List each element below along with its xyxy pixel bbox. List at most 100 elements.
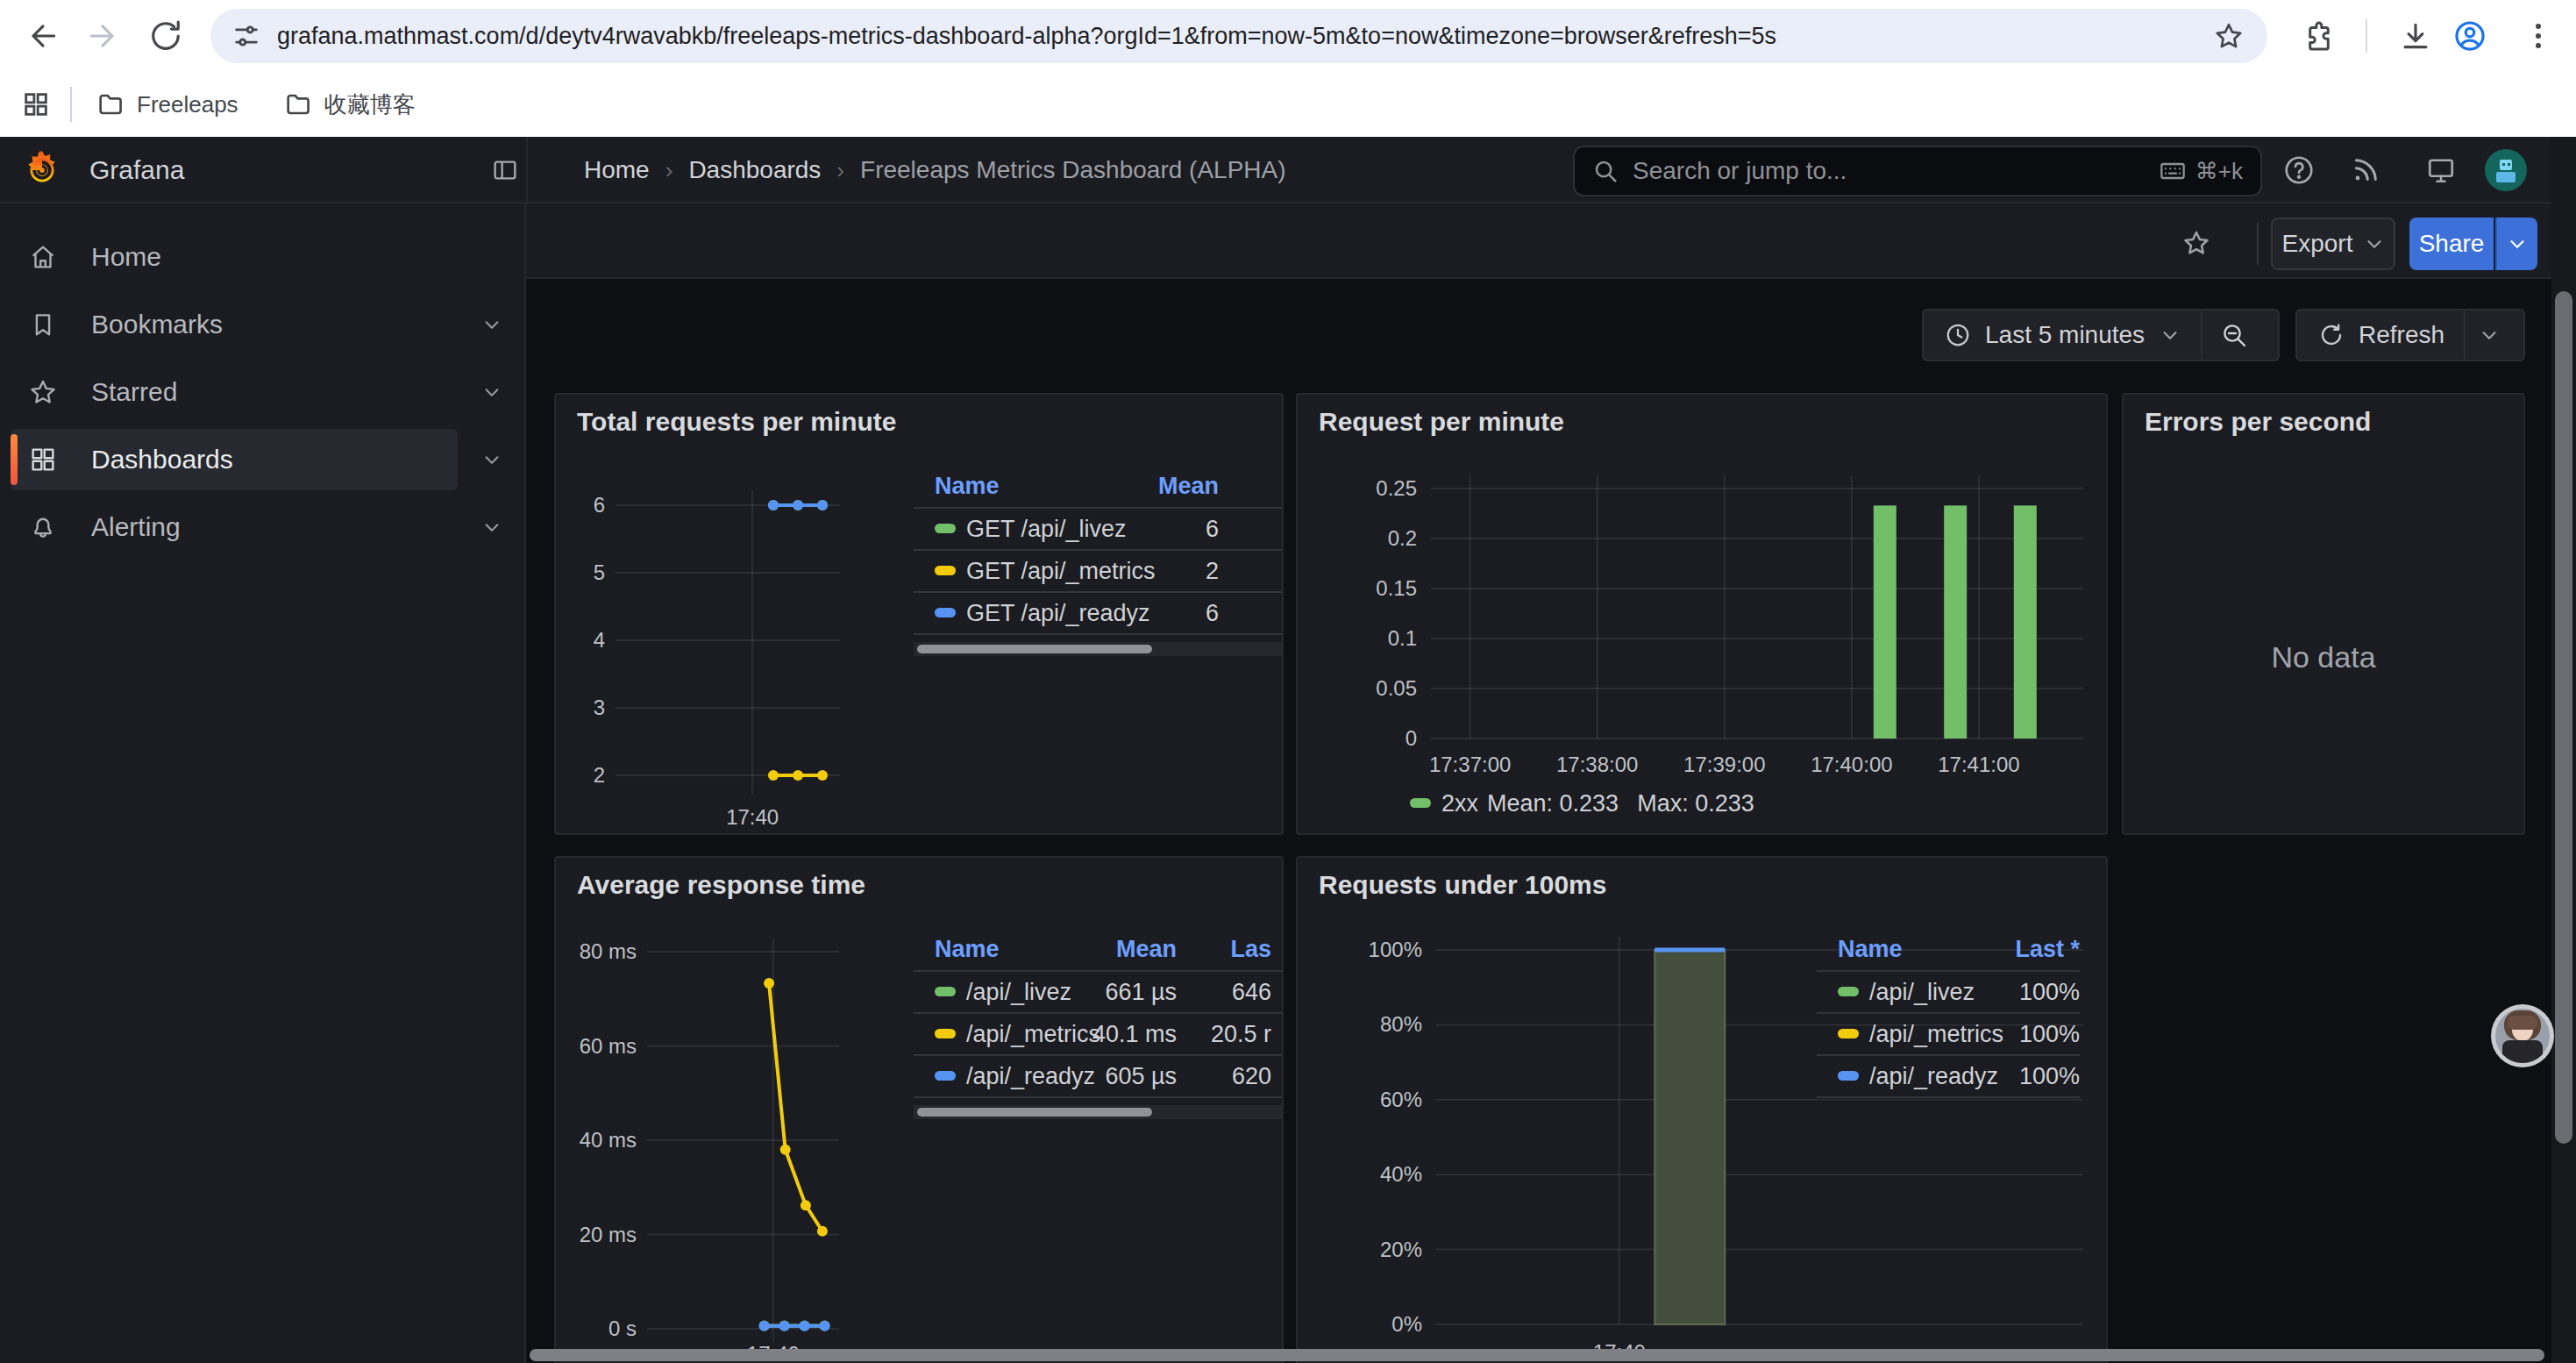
svg-text:GET /api/_readyz: GET /api/_readyz xyxy=(966,600,1150,626)
apps-icon[interactable] xyxy=(21,89,51,119)
sidebar-item-dashboards[interactable]: Dashboards xyxy=(0,427,526,492)
help-icon[interactable] xyxy=(2283,154,2315,186)
chart-request-per-minute: 0.250.20.150.10.05017:37:0017:38:0017:39… xyxy=(1298,395,2106,833)
share-dropdown-button[interactable] xyxy=(2495,218,2537,270)
menu-icon[interactable] xyxy=(2522,19,2555,53)
panel-toggle-icon[interactable] xyxy=(491,156,519,184)
svg-text:6: 6 xyxy=(1206,600,1219,626)
favorite-star-icon[interactable] xyxy=(2181,228,2211,258)
svg-text:100%: 100% xyxy=(2019,1063,2080,1089)
toolbar-separator xyxy=(2257,223,2259,265)
panel-title[interactable]: Average response time xyxy=(577,870,865,900)
active-item-background xyxy=(11,429,458,490)
svg-text:40 ms: 40 ms xyxy=(580,1128,637,1152)
chart-requests-under-100ms: 100%80%60%40%20%0%17:40NameLast */api/_l… xyxy=(1298,858,2106,1363)
svg-text:/api/_readyz: /api/_readyz xyxy=(1869,1063,1998,1089)
search-input[interactable] xyxy=(1633,157,2145,185)
legend-row[interactable]: /api/_readyz 100% xyxy=(1838,1063,2080,1089)
legend-row[interactable]: GET /api/_metrics2 xyxy=(935,558,1219,584)
svg-text:6: 6 xyxy=(594,493,605,517)
legend-row[interactable]: /api/_livez 100% xyxy=(1838,979,2080,1005)
chevron-down-icon xyxy=(482,517,502,537)
sidebar-item-starred[interactable]: Starred xyxy=(0,360,526,425)
download-icon[interactable] xyxy=(2399,19,2432,53)
monitor-icon[interactable] xyxy=(2425,154,2457,186)
breadcrumb-home[interactable]: Home xyxy=(584,156,650,184)
group-separator xyxy=(2201,310,2202,360)
bookmark-star-icon[interactable] xyxy=(2213,20,2245,52)
zoom-out-icon[interactable] xyxy=(2220,321,2248,349)
svg-text:0.05: 0.05 xyxy=(1376,676,1417,700)
legend-row[interactable]: /api/_livez661 µs646 xyxy=(935,979,1271,1005)
svg-text:0%: 0% xyxy=(1391,1312,1422,1336)
svg-text:/api/_readyz: /api/_readyz xyxy=(966,1063,1095,1089)
rss-icon[interactable] xyxy=(2350,154,2381,186)
sidebar-item-home[interactable]: Home xyxy=(0,225,526,289)
svg-text:0.1: 0.1 xyxy=(1388,626,1417,650)
svg-text:/api/_livez: /api/_livez xyxy=(1869,979,1975,1005)
url-bar[interactable] xyxy=(210,9,2267,63)
svg-text:Name: Name xyxy=(935,936,1000,962)
chevron-down-icon xyxy=(2160,325,2180,345)
svg-text:80%: 80% xyxy=(1380,1012,1422,1036)
legend-row[interactable]: /api/_metrics40.1 ms20.5 r xyxy=(935,1021,1271,1047)
panel-title[interactable]: Errors per second xyxy=(2145,407,2371,437)
forward-icon[interactable] xyxy=(86,19,119,53)
grafana-logo[interactable] xyxy=(23,149,61,191)
site-settings-icon[interactable] xyxy=(231,21,261,51)
legend-row[interactable]: GET /api/_readyz 6 xyxy=(935,600,1219,626)
toolbar-divider xyxy=(2366,19,2367,53)
vertical-scrollbar-thumb[interactable] xyxy=(2555,291,2572,1144)
back-icon[interactable] xyxy=(26,19,60,53)
sidebar-item-label: Alerting xyxy=(91,495,181,560)
chart-average-response-time: 80 ms60 ms40 ms20 ms0 s17:40NameMeanLas/… xyxy=(556,858,1282,1363)
chevron-down-icon[interactable] xyxy=(2480,325,2499,345)
legend-row[interactable]: GET /api/_livez6 xyxy=(935,516,1219,542)
svg-text:100%: 100% xyxy=(2019,979,2080,1005)
sidebar-item-label: Starred xyxy=(91,360,177,425)
panel-title[interactable]: Requests under 100ms xyxy=(1319,870,1606,900)
dashboard-toolbar xyxy=(526,203,2551,279)
url-input[interactable] xyxy=(277,23,2213,50)
legend-scrollbar[interactable] xyxy=(914,642,1282,656)
panel-requests-under-100ms: 100%80%60%40%20%0%17:40NameLast */api/_l… xyxy=(1296,856,2108,1363)
active-item-indicator xyxy=(11,434,18,485)
legend-table: NameLast */api/_livez100%/api/_metrics10… xyxy=(1817,936,2080,1097)
svg-text:0.2: 0.2 xyxy=(1388,526,1417,550)
horizontal-scrollbar-thumb[interactable] xyxy=(530,1349,2544,1361)
svg-text:0.15: 0.15 xyxy=(1376,576,1417,600)
export-button[interactable]: Export xyxy=(2271,218,2395,270)
reload-icon[interactable] xyxy=(149,19,182,53)
series-GET-api-metrics xyxy=(768,770,828,781)
legend-inline[interactable]: 2xxMean: 0.233Max: 0.233 xyxy=(1410,790,1754,817)
svg-text:3: 3 xyxy=(594,696,605,719)
bookmark-item[interactable]: 收藏博客 xyxy=(284,89,416,120)
search-box[interactable]: ⌘+k xyxy=(1573,146,2262,196)
series-color-pill xyxy=(935,1071,956,1081)
svg-text:/api/_metrics: /api/_metrics xyxy=(1869,1021,2003,1047)
user-avatar[interactable] xyxy=(2485,149,2527,191)
extensions-icon[interactable] xyxy=(2302,19,2336,53)
sidebar-item-bookmarks[interactable]: Bookmarks xyxy=(0,292,526,357)
legend-row[interactable]: /api/_metrics100% xyxy=(1838,1021,2080,1047)
panel-title[interactable]: Request per minute xyxy=(1319,407,1564,437)
vertical-scrollbar[interactable] xyxy=(2551,137,2576,1363)
profile-icon[interactable] xyxy=(2453,19,2487,53)
legend-scrollbar[interactable] xyxy=(914,1105,1282,1119)
breadcrumb-dashboards[interactable]: Dashboards xyxy=(688,156,821,184)
time-range-label[interactable]: Last 5 minutes xyxy=(1985,321,2145,349)
breadcrumb-separator: › xyxy=(665,157,673,184)
panel-title[interactable]: Total requests per minute xyxy=(577,407,897,437)
share-button[interactable]: Share xyxy=(2409,218,2494,270)
svg-text:GET /api/_metrics: GET /api/_metrics xyxy=(966,558,1156,584)
floating-avatar[interactable] xyxy=(2490,1003,2555,1068)
legend-row[interactable]: /api/_readyz605 µs620 xyxy=(935,1063,1271,1089)
bar xyxy=(1944,505,1967,739)
bookmark-item[interactable]: Freeleaps xyxy=(96,90,238,118)
refresh-label[interactable]: Refresh xyxy=(2359,321,2444,349)
sidebar-item-alerting[interactable]: Alerting xyxy=(0,495,526,560)
svg-text:Las: Las xyxy=(1230,936,1271,962)
svg-text:GET /api/_livez: GET /api/_livez xyxy=(966,516,1127,542)
svg-text:17:40:00: 17:40:00 xyxy=(1811,753,1892,776)
chevron-down-icon xyxy=(482,450,502,469)
